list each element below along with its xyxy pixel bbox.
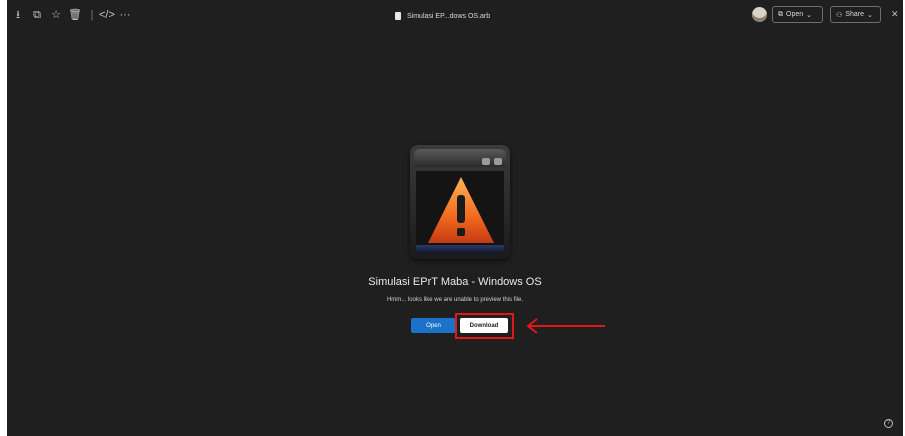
copy-icon[interactable]: ⧉ (30, 8, 44, 22)
window-dot (494, 158, 502, 165)
code-icon[interactable]: </> (99, 8, 115, 22)
file-title-text: Simulasi EP...dows OS.arb (407, 12, 491, 20)
feedback-icon[interactable]: ? (884, 419, 893, 428)
open-external-icon: ⧉ (778, 10, 783, 18)
chevron-down-icon: ⌄ (806, 11, 812, 19)
share-menu-label: Share (845, 11, 864, 18)
share-menu-button[interactable]: ⚇ Share ⌄ (830, 6, 881, 23)
close-icon[interactable]: ✕ (891, 9, 899, 20)
warning-icon (428, 177, 494, 243)
open-button[interactable]: Open (411, 318, 456, 333)
download-button[interactable]: Download (460, 318, 508, 333)
share-icon: ⚇ (836, 11, 843, 19)
viewer-frame: ⭳ ⧉ ☆ 🗑 | </> ··· Simulasi EP...dows OS.… (7, 0, 903, 436)
open-menu-label: Open (786, 11, 804, 18)
toolbar-divider: | (90, 9, 94, 21)
more-icon[interactable]: ··· (118, 8, 132, 22)
avatar[interactable] (752, 7, 767, 22)
preview-unavailable-message: Hmm... looks like we are unable to previ… (386, 297, 524, 303)
file-type-icon (410, 145, 510, 259)
trash-icon[interactable]: 🗑 (68, 8, 82, 22)
star-icon[interactable]: ☆ (49, 8, 63, 22)
chevron-down-icon: ⌄ (866, 11, 873, 19)
window-titlebar (414, 149, 506, 167)
download-icon[interactable]: ⭳ (11, 8, 25, 22)
open-menu-button[interactable]: ⧉ Open ⌄ (772, 6, 823, 23)
document-icon (395, 12, 401, 20)
file-title: Simulasi EP...dows OS.arb (395, 9, 490, 23)
window-dot (482, 158, 490, 165)
arrow-left-annotation-icon (526, 318, 605, 334)
top-toolbar: ⭳ ⧉ ☆ 🗑 | </> ··· Simulasi EP...dows OS.… (7, 0, 903, 32)
file-name-heading: Simulasi EPrT Maba - Windows OS (368, 276, 542, 288)
